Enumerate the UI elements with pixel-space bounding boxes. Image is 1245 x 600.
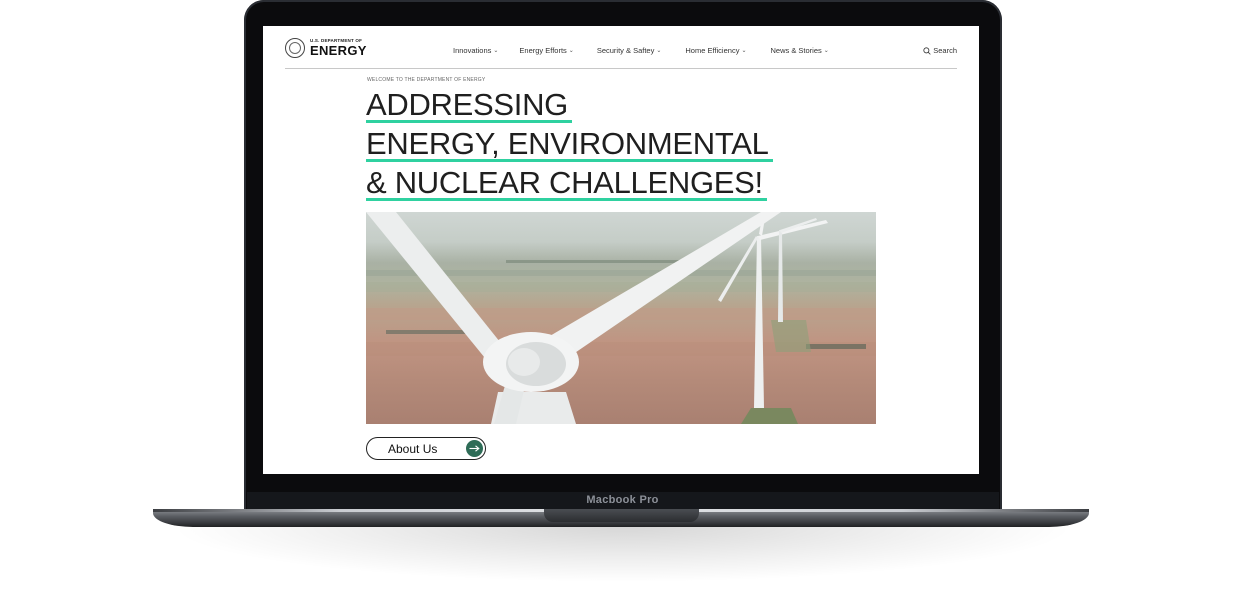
hero-headline: ADDRESSING ENERGY, ENVIRONMENTAL & NUCLE… [366,87,773,206]
search-button[interactable]: Search [923,46,957,55]
chevron-down-icon: ⌄ [568,48,574,54]
wind-turbine-hero-image [366,212,876,424]
search-icon [923,46,931,55]
doe-seal-icon [285,38,305,58]
headline-line-1: ADDRESSING [366,87,572,123]
about-us-label: About Us [388,442,438,456]
chevron-down-icon: ⌄ [741,48,747,54]
nav-item-label: Energy Efforts [519,46,567,55]
nav-item-label: Home Efficiency [685,46,740,55]
nav-item-innovations[interactable]: Innovations ⌄ [453,46,498,55]
welcome-kicker: WELCOME TO THE DEPARTMENT OF ENERGY [367,77,486,83]
nav-item-news-stories[interactable]: News & Stories ⌄ [770,46,828,55]
chevron-down-icon: ⌄ [656,48,662,54]
laptop-screen: U.S. DEPARTMENT OF ENERGY Innovations ⌄ … [263,26,979,474]
headline-line-2: ENERGY, ENVIRONMENTAL [366,126,773,162]
site-logo[interactable]: U.S. DEPARTMENT OF ENERGY [285,38,367,58]
main-nav: Innovations ⌄ Energy Efforts ⌄ Security … [453,46,829,55]
chevron-down-icon: ⌄ [493,48,499,54]
arrow-right-icon [466,440,483,457]
nav-item-label: Security & Saftey [596,46,655,55]
laptop-shadow [180,526,1065,581]
search-label: Search [933,46,957,55]
laptop-model-label: Macbook Pro [586,494,659,506]
site-header: U.S. DEPARTMENT OF ENERGY Innovations ⌄ … [285,38,957,69]
laptop-notch [544,509,699,522]
nav-item-home-efficiency[interactable]: Home Efficiency ⌄ [685,46,746,55]
chevron-down-icon: ⌄ [823,48,829,54]
about-us-button[interactable]: About Us [366,437,486,460]
nav-item-energy-efforts[interactable]: Energy Efforts ⌄ [519,46,573,55]
nav-item-label: News & Stories [770,46,822,55]
nav-item-security-safety[interactable]: Security & Saftey ⌄ [597,46,662,55]
nav-item-label: Innovations [453,46,492,55]
logo-big-text: ENERGY [310,43,367,59]
headline-line-3: & NUCLEAR CHALLENGES! [366,165,767,201]
